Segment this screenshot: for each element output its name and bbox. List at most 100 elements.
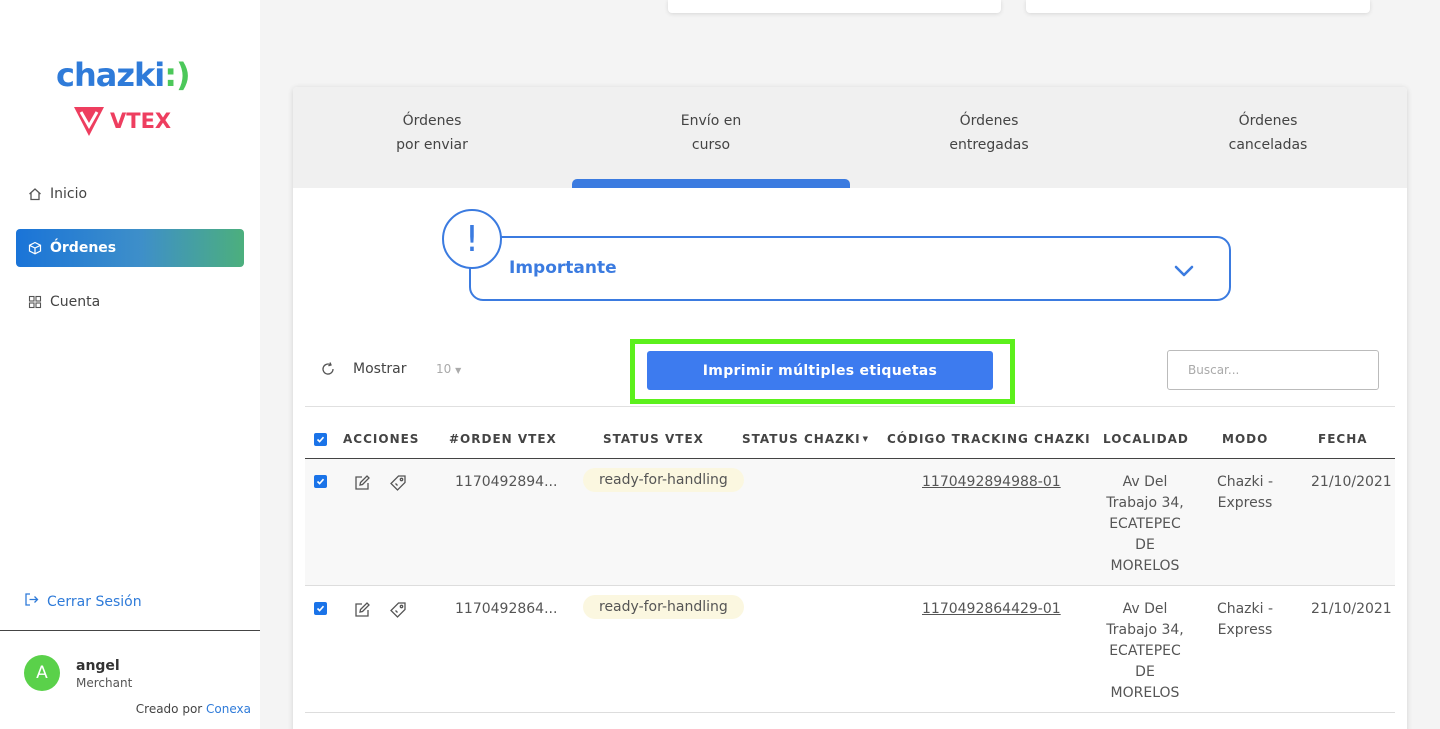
edit-icon[interactable] (353, 474, 371, 492)
logout-link[interactable]: Cerrar Sesión (24, 592, 142, 611)
show-label: Mostrar (353, 361, 407, 377)
tab-label-line1: Envío en (680, 113, 742, 129)
vtex-logo-text: VTEX (110, 109, 172, 133)
header-acciones: ACCIONES (343, 432, 420, 446)
credits-link[interactable]: Conexa (206, 702, 251, 716)
grid-icon (28, 295, 42, 309)
credits-prefix: Creado por (135, 702, 203, 716)
caret-down-icon: ▼ (455, 366, 462, 375)
locality-line: Trabajo 34, (1106, 495, 1184, 511)
locality-line: MORELOS (1110, 558, 1180, 574)
status-badge: ready-for-handling (583, 468, 744, 492)
row-checkbox[interactable] (314, 475, 327, 488)
avatar[interactable]: A (24, 655, 60, 691)
mode-line: Chazki - (1216, 601, 1274, 617)
chevron-down-icon[interactable] (1173, 260, 1195, 282)
box-icon (28, 241, 42, 255)
tracking-link[interactable]: 1170492864429-01 (922, 599, 1061, 620)
exclamation-icon: ! (442, 209, 502, 269)
header-localidad: LOCALIDAD (1103, 432, 1189, 446)
page-size-select[interactable]: 10 ▼ (436, 362, 461, 376)
tabs: Órdenes por enviar Envío en curso Órdene… (293, 87, 1407, 188)
user-name: angel (76, 658, 120, 674)
orders-table: ACCIONES #ORDEN VTEX STATUS VTEX STATUS … (305, 424, 1395, 713)
tab-label-line1: Órdenes (402, 113, 462, 129)
chazki-logo-text: chazki (56, 56, 165, 94)
active-tab-indicator (572, 179, 850, 188)
table-row: 1170492864... ready-for-handling 1170492… (305, 586, 1395, 713)
sidebar-item-label: Órdenes (50, 240, 117, 256)
sidebar: chazki:) VTEX Inicio Órdenes Cuenta Cerr… (0, 0, 260, 729)
search-input[interactable] (1167, 350, 1379, 390)
user-role: Merchant (76, 676, 133, 690)
header-orden: #ORDEN VTEX (449, 432, 557, 446)
important-title: Importante (509, 258, 617, 278)
header-status-vtex: STATUS VTEX (603, 432, 704, 446)
label-tag-icon[interactable] (389, 474, 407, 492)
header-fecha: FECHA (1318, 432, 1368, 446)
home-icon (28, 187, 42, 201)
locality-line: DE (1135, 664, 1155, 680)
tab-canceladas[interactable]: Órdenes canceladas (1129, 109, 1407, 157)
credits: Creado por Conexa (136, 702, 251, 716)
edit-icon[interactable] (353, 601, 371, 619)
tab-entregadas[interactable]: Órdenes entregadas (850, 109, 1128, 157)
sort-caret-icon: ▼ (862, 435, 869, 443)
chazki-logo[interactable]: chazki:) (56, 56, 191, 94)
toolbar-divider (305, 406, 1395, 407)
mode: Chazki - Express (1200, 472, 1290, 514)
tab-label-line2: entregadas (949, 137, 1029, 153)
locality-line: DE (1135, 537, 1155, 553)
locality-line: Av Del (1122, 474, 1168, 490)
sidebar-divider (0, 630, 260, 631)
summary-card (1026, 0, 1370, 13)
sidebar-item-label: Cuenta (50, 294, 101, 310)
page-size-value: 10 (436, 362, 452, 376)
sidebar-item-label: Inicio (50, 186, 88, 202)
vtex-logo: VTEX (72, 104, 171, 138)
locality-line: ECATEPEC (1109, 516, 1181, 532)
tab-por-enviar[interactable]: Órdenes por enviar (293, 109, 571, 157)
header-modo: MODO (1222, 432, 1269, 446)
tracking-link[interactable]: 1170492894988-01 (922, 472, 1061, 493)
orders-panel: Órdenes por enviar Envío en curso Órdene… (293, 87, 1407, 729)
mode-line: Express (1217, 495, 1273, 511)
sidebar-item-inicio[interactable]: Inicio (16, 175, 244, 213)
locality-line: Av Del (1122, 601, 1168, 617)
sidebar-item-ordenes[interactable]: Órdenes (16, 229, 244, 267)
mode-line: Express (1217, 622, 1273, 638)
mode-line: Chazki - (1216, 474, 1274, 490)
status-badge: ready-for-handling (583, 595, 744, 619)
order-id: 1170492894... (455, 474, 558, 490)
locality: Av Del Trabajo 34, ECATEPEC DE MORELOS (1085, 599, 1205, 704)
locality: Av Del Trabajo 34, ECATEPEC DE MORELOS (1085, 472, 1205, 577)
tab-label-line2: por enviar (396, 137, 468, 153)
table-row: 1170492894... ready-for-handling 1170492… (305, 459, 1395, 586)
tab-label-line2: canceladas (1228, 137, 1308, 153)
mode: Chazki - Express (1200, 599, 1290, 641)
label-tag-icon[interactable] (389, 601, 407, 619)
tab-label-line2: curso (691, 137, 731, 153)
refresh-icon[interactable] (320, 361, 336, 377)
select-all-checkbox[interactable] (314, 433, 327, 446)
print-multiple-labels-button[interactable]: Imprimir múltiples etiquetas (647, 351, 993, 390)
table-header: ACCIONES #ORDEN VTEX STATUS VTEX STATUS … (305, 424, 1395, 459)
important-accordion[interactable]: Importante (469, 236, 1231, 301)
row-checkbox[interactable] (314, 602, 327, 615)
header-tracking: CÓDIGO TRACKING CHAZKI (887, 432, 1091, 446)
locality-line: MORELOS (1110, 685, 1180, 701)
order-date: 21/10/2021 (1311, 474, 1392, 490)
summary-card (668, 0, 1001, 13)
locality-line: ECATEPEC (1109, 643, 1181, 659)
sidebar-item-cuenta[interactable]: Cuenta (16, 283, 244, 321)
order-date: 21/10/2021 (1311, 601, 1392, 617)
tab-label-line1: Órdenes (1238, 113, 1298, 129)
logout-label: Cerrar Sesión (47, 593, 142, 610)
header-status-chazki[interactable]: STATUS CHAZKI ▼ (742, 432, 869, 446)
signal-icon: :) (164, 56, 190, 94)
order-id: 1170492864... (455, 601, 558, 617)
tab-label-line1: Órdenes (959, 113, 1019, 129)
locality-line: Trabajo 34, (1106, 622, 1184, 638)
logout-icon (24, 592, 39, 611)
tab-envio-en-curso[interactable]: Envío en curso (572, 109, 850, 157)
